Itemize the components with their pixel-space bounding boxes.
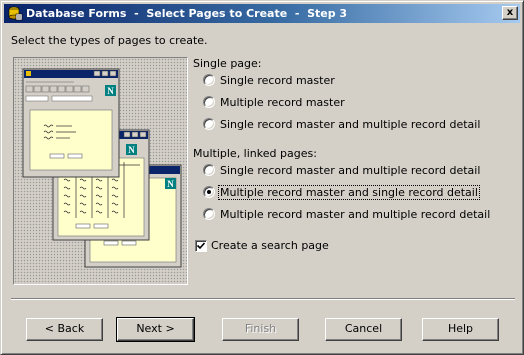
- radio-button-icon[interactable]: [203, 118, 215, 130]
- radio-button-icon[interactable]: [203, 96, 215, 108]
- instruction-text: Select the types of pages to create.: [11, 34, 208, 47]
- multiple-pages-label: Multiple, linked pages:: [193, 147, 317, 160]
- radio-button-selected-icon[interactable]: [203, 186, 215, 198]
- search-page-label[interactable]: Create a search page: [211, 239, 329, 252]
- search-page-checkbox[interactable]: [195, 240, 207, 252]
- database-forms-dialog: Database Forms - Select Pages to Create …: [0, 0, 524, 355]
- preview-illustration: N N N: [13, 57, 188, 285]
- finish-button[interactable]: Finish: [222, 318, 299, 341]
- svg-text:N: N: [167, 179, 174, 189]
- radio-button-icon[interactable]: [203, 74, 215, 86]
- radio-button-icon[interactable]: [203, 208, 215, 220]
- preview-window-1: N: [22, 68, 120, 178]
- button-separator: [11, 298, 515, 300]
- radio-button-icon[interactable]: [203, 164, 215, 176]
- single-page-label: Single page:: [193, 57, 262, 70]
- title-bar[interactable]: Database Forms - Select Pages to Create …: [4, 4, 520, 23]
- cancel-button[interactable]: Cancel: [325, 318, 402, 341]
- svg-text:N: N: [128, 145, 135, 155]
- back-button[interactable]: < Back: [26, 318, 103, 341]
- checkmark-icon: [196, 242, 206, 250]
- close-icon[interactable]: x: [502, 6, 518, 20]
- svg-text:N: N: [107, 86, 114, 96]
- database-app-icon: [7, 5, 23, 21]
- window-title: Database Forms - Select Pages to Create …: [26, 7, 348, 20]
- next-button[interactable]: Next >: [116, 317, 195, 342]
- help-button[interactable]: Help: [422, 318, 499, 341]
